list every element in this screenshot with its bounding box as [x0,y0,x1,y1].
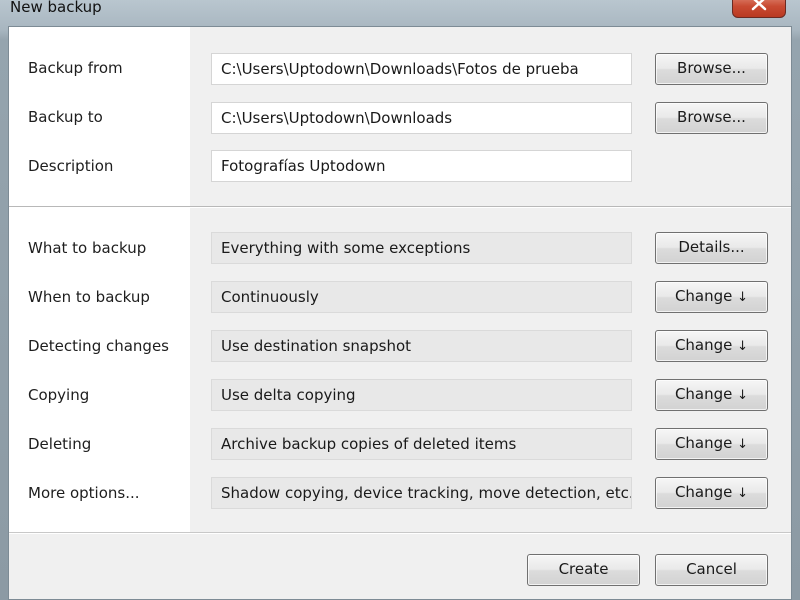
change-copying-label: Change [674,385,733,403]
backup-from-label: Backup from [28,59,123,77]
copying-value: Use delta copying [211,379,632,411]
details-button-label: Details... [678,238,745,256]
footer-separator [9,532,791,534]
description-label: Description [28,157,114,175]
change-detecting-label: Change [674,336,733,354]
what-to-backup-value: Everything with some exceptions [211,232,632,264]
arrow-down-icon: ↓ [737,437,749,452]
cancel-button[interactable]: Cancel [655,554,768,586]
arrow-down-icon: ↓ [737,388,749,403]
backup-from-field[interactable]: C:\Users\Uptodown\Downloads\Fotos de pru… [211,53,632,85]
copying-label: Copying [28,386,90,404]
change-detecting-button[interactable]: Change ↓ [655,330,768,362]
detecting-changes-label: Detecting changes [28,337,169,355]
deleting-value: Archive backup copies of deleted items [211,428,632,460]
change-deleting-label: Change [674,434,733,452]
deleting-label: Deleting [28,435,92,453]
change-copying-button[interactable]: Change ↓ [655,379,768,411]
arrow-down-icon: ↓ [737,486,749,501]
create-button[interactable]: Create [527,554,640,586]
more-options-label[interactable]: More options... [28,482,140,504]
window-title: New backup [10,0,102,16]
arrow-down-icon: ↓ [737,339,749,354]
change-when-label: Change [674,287,733,305]
change-deleting-button[interactable]: Change ↓ [655,428,768,460]
labels-panel [9,27,190,532]
close-button[interactable] [732,0,786,18]
browse-source-button[interactable]: Browse... [655,53,768,85]
title-bar: New backup [0,0,800,26]
dialog-body: Backup from C:\Users\Uptodown\Downloads\… [8,26,792,600]
description-field[interactable]: Fotografías Uptodown [211,150,632,182]
backup-to-field[interactable]: C:\Users\Uptodown\Downloads [211,102,632,134]
section-divider [9,206,791,208]
details-button[interactable]: Details... [655,232,768,264]
backup-to-label: Backup to [28,108,103,126]
what-to-backup-label: What to backup [28,239,147,257]
when-to-backup-value: Continuously [211,281,632,313]
change-more-options-button[interactable]: Change ↓ [655,477,768,509]
detecting-changes-value: Use destination snapshot [211,330,632,362]
arrow-down-icon: ↓ [737,290,749,305]
more-options-value: Shadow copying, device tracking, move de… [211,477,632,509]
change-when-button[interactable]: Change ↓ [655,281,768,313]
new-backup-dialog: New backup Backup from C:\Users\Uptodown… [0,0,800,600]
change-more-options-label: Change [674,483,733,501]
close-icon [751,0,767,11]
when-to-backup-label: When to backup [28,288,150,306]
browse-destination-button[interactable]: Browse... [655,102,768,134]
